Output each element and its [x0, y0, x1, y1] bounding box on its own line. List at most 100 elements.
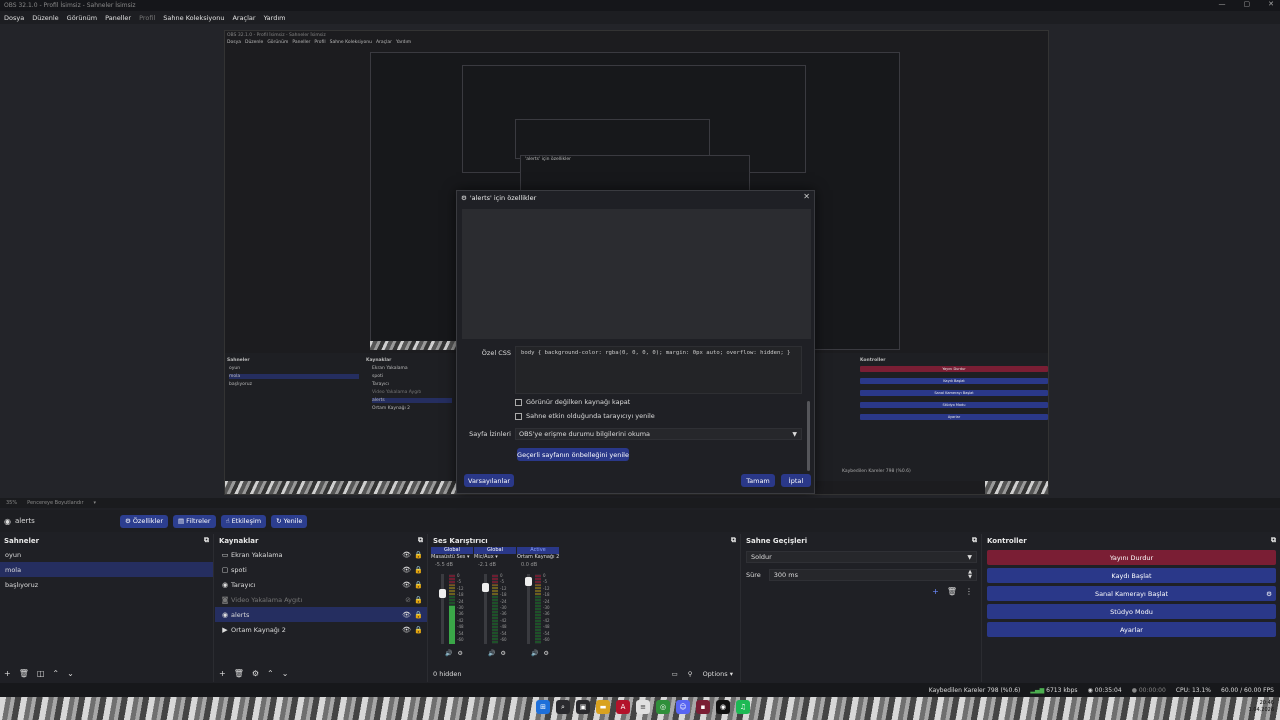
chevron-down-icon[interactable]: ▾	[94, 500, 97, 506]
properties-button[interactable]: ⚙ Özellikler	[119, 514, 168, 528]
scene-item[interactable]: mola	[0, 562, 213, 577]
lock-icon[interactable]: 🔒	[414, 551, 423, 559]
channel-name[interactable]: Mic/Aux ▾	[474, 554, 516, 562]
obs-icon[interactable]: ◉	[716, 700, 730, 714]
filters-button[interactable]: ▤ Filtreler	[173, 514, 216, 528]
link-icon[interactable]: ⚲	[688, 670, 693, 678]
fader-handle[interactable]	[439, 589, 446, 598]
notes-icon[interactable]: ≡	[636, 700, 650, 714]
menu-help[interactable]: Yardım	[264, 14, 286, 22]
gear-icon[interactable]: ⚙	[543, 650, 548, 657]
menu-file[interactable]: Dosya	[4, 14, 24, 22]
layout-icon[interactable]: ▭	[672, 670, 678, 678]
dialog-scrollbar[interactable]	[807, 401, 810, 471]
trash-icon[interactable]: 🗑	[947, 587, 957, 596]
volume-fader[interactable]	[439, 574, 446, 644]
volume-fader[interactable]	[525, 574, 532, 644]
start-virtual-camera-button[interactable]: Sanal Kamerayı Başlat ⚙	[987, 586, 1276, 601]
scene-item[interactable]: oyun	[0, 547, 213, 562]
cancel-button[interactable]: İptal	[781, 474, 811, 487]
shutdown-when-hidden-checkbox[interactable]: Görünür değilken kaynağı kapat	[515, 398, 630, 406]
source-item[interactable]: ▶ Ortam Kaynağı 2 👁 🔒	[215, 622, 427, 637]
close-button[interactable]: ✕	[1268, 0, 1274, 8]
more-icon[interactable]: ⋮	[965, 587, 973, 596]
lock-icon[interactable]: 🔒	[414, 596, 423, 604]
dock-float-icon[interactable]: ⧉	[731, 536, 736, 545]
channel-name[interactable]: Ortam Kaynağı 2 ▾	[517, 554, 559, 562]
chevron-up-icon[interactable]: ⌃	[52, 669, 59, 678]
menu-edit[interactable]: Düzenle	[32, 14, 58, 22]
search-icon[interactable]: ⌕	[556, 700, 570, 714]
refresh-button[interactable]: ↻ Yenile	[271, 514, 308, 528]
app-icon[interactable]: ▪	[696, 700, 710, 714]
interact-button[interactable]: ☝ Etkileşim	[220, 514, 267, 528]
dock-float-icon[interactable]: ⧉	[204, 536, 209, 545]
add-icon[interactable]: +	[219, 669, 226, 678]
source-item[interactable]: ◙ Video Yakalama Aygıtı ⊘ 🔒	[215, 592, 427, 607]
source-item[interactable]: ▢ spoti 👁 🔒	[215, 562, 427, 577]
start-recording-button[interactable]: Kaydı Başlat	[987, 568, 1276, 583]
minimize-button[interactable]: —	[1219, 0, 1226, 8]
fader-handle[interactable]	[525, 577, 532, 586]
fader-handle[interactable]	[482, 583, 489, 592]
spotify-icon[interactable]: ♫	[736, 700, 750, 714]
source-item[interactable]: ◉ Tarayıcı 👁 🔒	[215, 577, 427, 592]
discord-icon[interactable]: ☺	[676, 700, 690, 714]
eye-icon[interactable]: 👁	[402, 626, 411, 634]
acrobat-icon[interactable]: A	[616, 700, 630, 714]
dock-float-icon[interactable]: ⧉	[1271, 536, 1276, 545]
chrome-icon[interactable]: ◎	[656, 700, 670, 714]
defaults-button[interactable]: Varsayılanlar	[464, 474, 514, 487]
chevron-up-icon[interactable]: ⌃	[267, 669, 274, 678]
zoom-value[interactable]: 35%	[6, 500, 17, 506]
transition-select[interactable]: Soldur ▼	[746, 551, 977, 563]
chevron-down-icon[interactable]: ⌄	[67, 669, 74, 678]
zoom-mode[interactable]: Pencereye Boyutlandır	[27, 500, 83, 506]
custom-css-textarea[interactable]: body { background-color: rgba(0, 0, 0, 0…	[515, 346, 802, 394]
gear-icon[interactable]: ⚙	[457, 650, 462, 657]
menu-tools[interactable]: Araçlar	[232, 14, 255, 22]
volume-fader[interactable]	[482, 574, 489, 644]
chevron-down-icon[interactable]: ⌄	[282, 669, 289, 678]
menu-profile[interactable]: Profil	[139, 14, 155, 22]
filter-icon[interactable]: ◫	[37, 669, 45, 678]
system-clock[interactable]: 20:46 1.04.2026	[1249, 700, 1274, 714]
dock-float-icon[interactable]: ⧉	[418, 536, 423, 545]
refresh-on-active-checkbox[interactable]: Sahne etkin olduğunda tarayıcıyı yenile	[515, 412, 655, 420]
eye-icon[interactable]: 👁	[402, 611, 411, 619]
menu-docks[interactable]: Paneller	[105, 14, 131, 22]
menu-view[interactable]: Görünüm	[67, 14, 97, 22]
add-icon[interactable]: +	[932, 587, 939, 596]
refresh-cache-button[interactable]: Geçerli sayfanın önbelleğini yenile	[517, 448, 629, 461]
gear-icon[interactable]: ⚙	[1266, 590, 1272, 598]
gear-icon[interactable]: ⚙	[252, 669, 259, 678]
stop-streaming-button[interactable]: Yayını Durdur	[987, 550, 1276, 565]
checkbox-box[interactable]	[515, 398, 522, 406]
eye-icon[interactable]: 👁	[402, 581, 411, 589]
page-permissions-select[interactable]: OBS'ye erişme durumu bilgilerini okuma ▼	[515, 428, 802, 440]
trash-icon[interactable]: 🗑	[19, 669, 29, 678]
lock-icon[interactable]: 🔒	[414, 566, 423, 574]
eye-icon[interactable]: 👁	[402, 566, 411, 574]
folder-icon[interactable]: ▬	[596, 700, 610, 714]
source-item[interactable]: ◉ alerts 👁 🔒	[215, 607, 427, 622]
speaker-icon[interactable]: 🔊	[488, 650, 495, 657]
checkbox-box[interactable]	[515, 412, 522, 420]
menu-scene-collection[interactable]: Sahne Koleksiyonu	[163, 14, 224, 22]
mixer-options-button[interactable]: Options ▾	[703, 670, 733, 678]
windows-start-icon[interactable]: ⊞	[536, 700, 550, 714]
ok-button[interactable]: Tamam	[741, 474, 775, 487]
dialog-close-icon[interactable]: ✕	[803, 192, 810, 201]
duration-spinbox[interactable]: 300 ms ▲ ▼	[768, 569, 977, 581]
properties-dialog[interactable]: ⚙ 'alerts' için özellikler ✕ Özel CSS bo…	[456, 190, 815, 494]
studio-mode-button[interactable]: Stüdyo Modu	[987, 604, 1276, 619]
lock-icon[interactable]: 🔒	[414, 611, 423, 619]
eye-icon[interactable]: 👁	[402, 551, 411, 559]
add-icon[interactable]: +	[4, 669, 11, 678]
speaker-icon[interactable]: 🔊	[445, 650, 452, 657]
task-view-icon[interactable]: ▣	[576, 700, 590, 714]
trash-icon[interactable]: 🗑	[234, 669, 244, 678]
speaker-icon[interactable]: 🔊	[531, 650, 538, 657]
spin-arrows-icon[interactable]: ▲ ▼	[968, 570, 972, 580]
lock-icon[interactable]: 🔒	[414, 626, 423, 634]
